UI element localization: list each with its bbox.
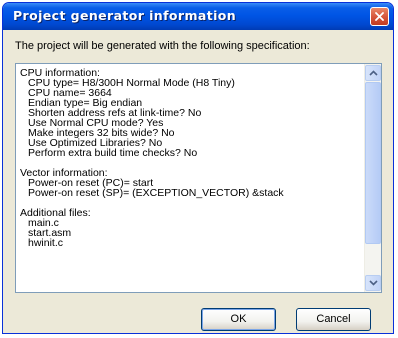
dialog-body: The project will be generated with the f… [6,30,390,331]
chevron-up-icon [369,70,378,76]
scroll-thumb[interactable] [365,82,381,244]
specification-textbox[interactable]: CPU information: CPU type= H8/300H Normal… [15,63,382,293]
close-button[interactable] [370,7,389,26]
spec-line: Perform extra build time checks? No [28,147,198,159]
spec-line: Additional files: [20,207,91,219]
ok-button[interactable]: OK [201,308,276,331]
window-title: Project generator information [13,8,237,23]
specification-text: CPU information: CPU type= H8/300H Normal… [20,68,363,249]
close-icon [375,12,384,21]
project-generator-dialog: Project generator information The projec… [2,2,394,334]
scroll-up-button[interactable] [365,65,381,81]
spec-line: Power-on reset (SP)= (EXCEPTION_VECTOR) … [28,187,284,199]
intro-text: The project will be generated with the f… [15,40,310,52]
spec-line: main.c [28,217,59,229]
scroll-down-button[interactable] [365,275,381,291]
vertical-scrollbar[interactable] [364,64,381,292]
spec-line: start.asm [28,227,72,239]
title-bar[interactable]: Project generator information [3,3,393,30]
chevron-down-icon [369,280,378,286]
cancel-button[interactable]: Cancel [296,308,371,331]
spec-line: hwinit.c [28,237,64,249]
